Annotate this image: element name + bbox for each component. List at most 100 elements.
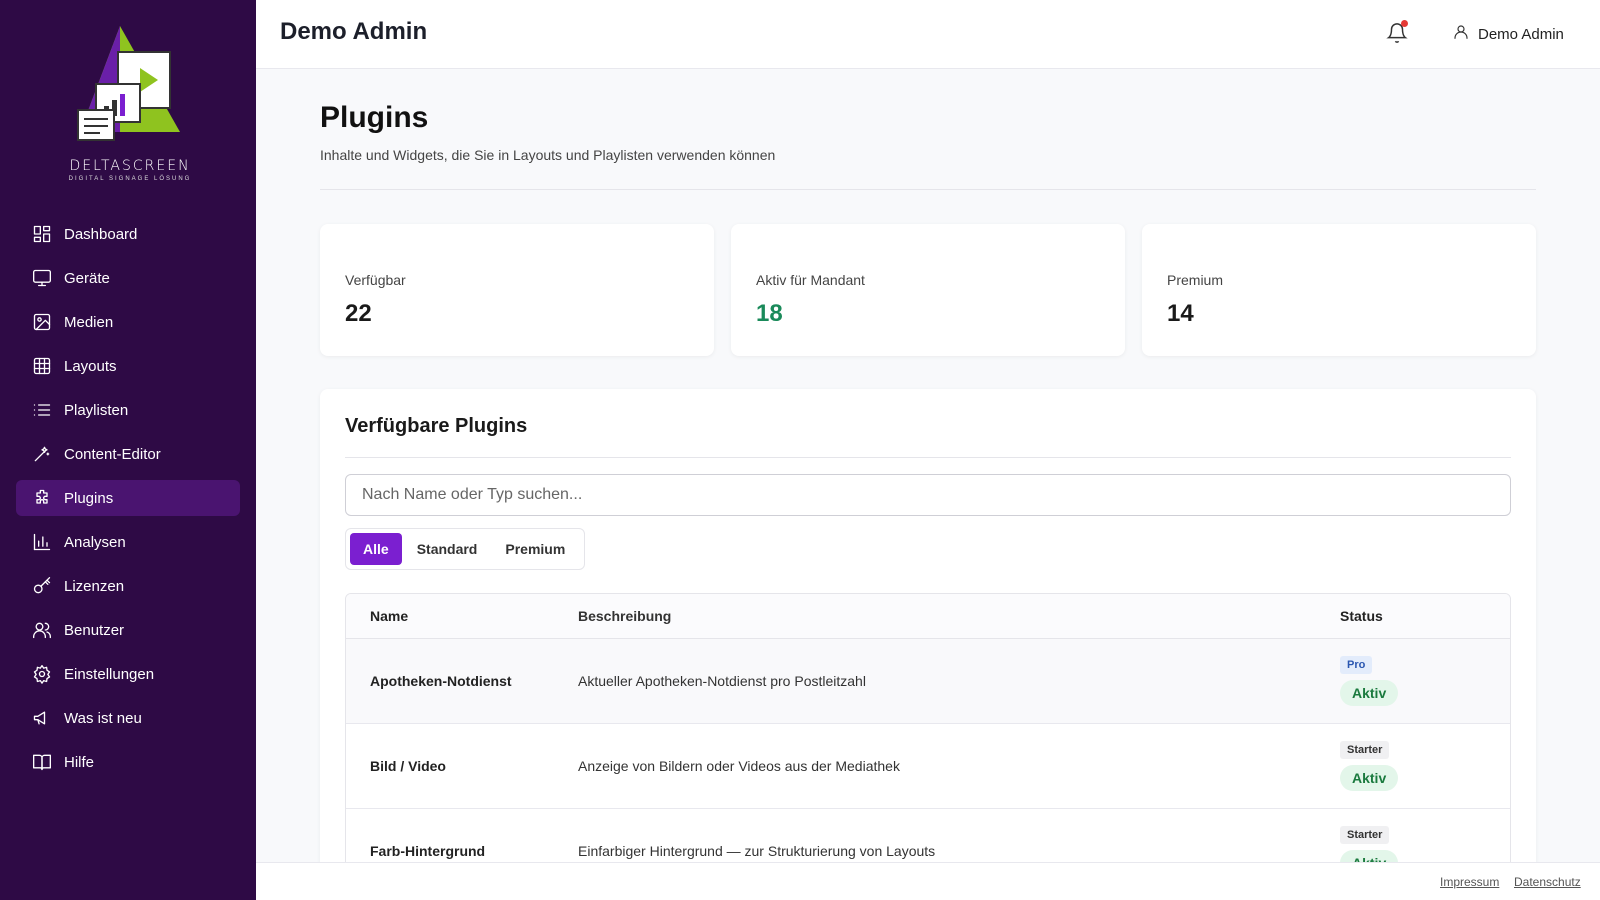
table-header: Name Beschreibung Status <box>346 594 1510 639</box>
stat-label: Aktiv für Mandant <box>756 272 865 288</box>
notifications-button[interactable] <box>1386 20 1410 48</box>
sidebar-item-label: Plugins <box>64 489 114 507</box>
page-subtitle: Inhalte und Widgets, die Sie in Layouts … <box>320 147 776 163</box>
bell-icon <box>1386 23 1408 48</box>
plugin-status: Starter Aktiv <box>1340 741 1510 791</box>
tier-badge: Starter <box>1340 826 1390 844</box>
stat-label: Verfügbar <box>345 272 406 288</box>
megaphone-icon <box>32 708 52 728</box>
card-title: Verfügbare Plugins <box>345 415 528 437</box>
dashboard-icon <box>32 224 52 244</box>
footer: Impressum Datenschutz <box>256 862 1600 900</box>
search-input[interactable] <box>345 474 1511 516</box>
stat-value: 22 <box>345 300 372 327</box>
notification-dot <box>1401 20 1408 27</box>
sidebar-item-label: Hilfe <box>64 753 95 771</box>
sidebar-item-label: Layouts <box>64 357 117 375</box>
stat-label: Premium <box>1167 272 1224 288</box>
brand-tagline: DIGITAL SIGNAGE LÖSUNG <box>68 176 192 182</box>
sidebar-item-playlisten[interactable]: Playlisten <box>16 392 240 428</box>
sidebar-item-benutzer[interactable]: Benutzer <box>16 612 240 648</box>
filter-alle[interactable]: Alle <box>350 533 402 565</box>
column-header-status[interactable]: Status <box>1340 608 1383 624</box>
stat-value: 18 <box>756 300 783 327</box>
user-name: Demo Admin <box>1478 25 1564 43</box>
user-menu[interactable]: Demo Admin <box>1452 22 1564 46</box>
page-title: Plugins <box>320 101 429 134</box>
sidebar-item-label: Benutzer <box>64 621 125 639</box>
sidebar-item-layouts[interactable]: Layouts <box>16 348 240 384</box>
plugin-description: Anzeige von Bildern oder Videos aus der … <box>578 758 900 774</box>
sidebar-item-analysen[interactable]: Analysen <box>16 524 240 560</box>
stat-card-verfuegbar: Verfügbar 22 <box>320 224 714 356</box>
sidebar-item-label: Medien <box>64 313 114 331</box>
magic-wand-icon <box>32 444 52 464</box>
logo-graphic <box>77 26 180 141</box>
user-icon <box>1452 23 1478 45</box>
sidebar-item-label: Lizenzen <box>64 577 125 595</box>
puzzle-icon <box>32 488 52 508</box>
plugin-name: Apotheken-Notdienst <box>370 673 512 689</box>
plugins-card: Verfügbare Plugins Alle Standard Premium… <box>320 389 1536 862</box>
plugins-table: Name Beschreibung Status Apotheken-Notdi… <box>345 593 1511 862</box>
brand-name: DELTASCREEN <box>69 158 191 174</box>
filter-standard[interactable]: Standard <box>404 533 491 565</box>
plugin-name: Bild / Video <box>370 758 446 774</box>
monitor-icon <box>32 268 52 288</box>
sidebar-item-geraete[interactable]: Geräte <box>16 260 240 296</box>
grid-icon <box>32 356 52 376</box>
plugin-status: Pro Aktiv <box>1340 656 1510 706</box>
gear-icon <box>32 664 52 684</box>
stat-card-premium: Premium 14 <box>1142 224 1536 356</box>
sidebar-item-label: Dashboard <box>64 225 138 243</box>
plugin-description: Aktueller Apotheken-Notdienst pro Postle… <box>578 673 866 689</box>
plugin-status: Starter Aktiv <box>1340 826 1510 862</box>
sidebar-item-was-ist-neu[interactable]: Was ist neu <box>16 700 240 736</box>
status-badge: Aktiv <box>1340 680 1399 706</box>
tier-badge: Starter <box>1340 741 1390 759</box>
topbar: Demo Admin Demo Admin <box>256 0 1600 69</box>
list-icon <box>32 400 52 420</box>
key-icon <box>32 576 52 596</box>
impressum-link[interactable]: Impressum <box>1440 875 1499 889</box>
stat-value: 14 <box>1167 300 1194 327</box>
sidebar-item-label: Einstellungen <box>64 665 155 683</box>
sidebar-item-medien[interactable]: Medien <box>16 304 240 340</box>
sidebar-item-label: Geräte <box>64 269 110 287</box>
filter-group: Alle Standard Premium <box>345 528 586 570</box>
app-title: Demo Admin <box>280 18 428 45</box>
image-icon <box>32 312 52 332</box>
sidebar-item-einstellungen[interactable]: Einstellungen <box>16 656 240 692</box>
users-icon <box>32 620 52 640</box>
book-icon <box>32 752 52 772</box>
main-content: Plugins Inhalte und Widgets, die Sie in … <box>256 69 1600 862</box>
column-header-name[interactable]: Name <box>346 608 578 624</box>
table-row[interactable]: Farb-Hintergrund Einfarbiger Hintergrund… <box>346 809 1510 862</box>
plugin-name: Farb-Hintergrund <box>370 843 486 859</box>
status-badge: Aktiv <box>1340 850 1399 862</box>
plugin-description: Einfarbiger Hintergrund — zur Strukturie… <box>578 843 936 859</box>
column-header-description[interactable]: Beschreibung <box>578 608 1340 624</box>
brand-logo[interactable]: DELTASCREEN DIGITAL SIGNAGE LÖSUNG <box>60 22 200 192</box>
table-row[interactable]: Bild / Video Anzeige von Bildern oder Vi… <box>346 724 1510 809</box>
sidebar-item-label: Was ist neu <box>64 709 142 727</box>
sidebar-item-plugins[interactable]: Plugins <box>16 480 240 516</box>
sidebar-item-hilfe[interactable]: Hilfe <box>16 744 240 780</box>
sidebar-item-label: Analysen <box>64 533 126 551</box>
filter-premium[interactable]: Premium <box>492 533 578 565</box>
sidebar: DELTASCREEN DIGITAL SIGNAGE LÖSUNG Dashb… <box>0 0 256 900</box>
table-row[interactable]: Apotheken-Notdienst Aktueller Apotheken-… <box>346 639 1510 724</box>
divider <box>345 457 1511 458</box>
sidebar-item-content-editor[interactable]: Content-Editor <box>16 436 240 472</box>
stat-card-aktiv: Aktiv für Mandant 18 <box>731 224 1125 356</box>
status-badge: Aktiv <box>1340 765 1399 791</box>
datenschutz-link[interactable]: Datenschutz <box>1514 875 1581 889</box>
sidebar-item-label: Playlisten <box>64 401 129 419</box>
tier-badge: Pro <box>1340 656 1373 674</box>
bar-chart-icon <box>32 532 52 552</box>
divider <box>320 189 1536 190</box>
sidebar-item-dashboard[interactable]: Dashboard <box>16 216 240 252</box>
sidebar-nav: Dashboard Geräte Medien Layouts Playlist… <box>16 216 240 788</box>
sidebar-item-lizenzen[interactable]: Lizenzen <box>16 568 240 604</box>
sidebar-item-label: Content-Editor <box>64 445 161 463</box>
